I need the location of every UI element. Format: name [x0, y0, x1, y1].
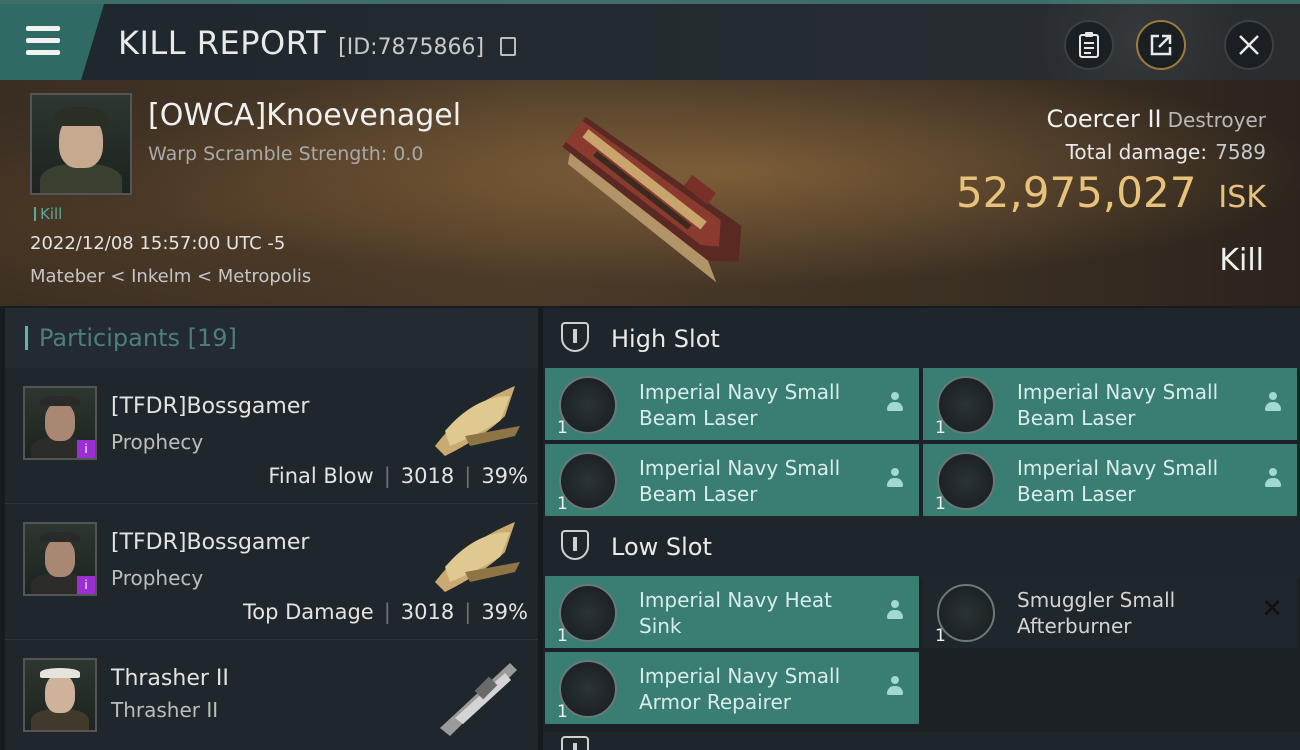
high-slot-icon	[561, 322, 589, 352]
module-slot[interactable]: 1 Imperial Navy Small Armor Repairer	[545, 652, 919, 724]
share-icon	[1150, 34, 1172, 56]
kill-type: Kill	[1219, 243, 1264, 278]
total-damage-value: 7589	[1215, 140, 1266, 164]
share-button[interactable]	[1136, 20, 1186, 70]
close-icon	[1239, 35, 1259, 55]
module-name: Imperial Navy Small Beam Laser	[639, 456, 841, 506]
person-icon	[1265, 392, 1281, 412]
participants-title: Participants [19]	[39, 324, 237, 352]
participant-role: Top Damage	[242, 600, 374, 624]
module-slot[interactable]: 1 Imperial Navy Heat Sink	[545, 576, 919, 648]
person-icon	[887, 676, 903, 696]
info-badge: i	[77, 440, 95, 458]
participant-ship: Prophecy	[111, 430, 204, 454]
high-slot-label: High Slot	[611, 325, 720, 353]
victim-ship-image[interactable]	[520, 90, 770, 300]
participant-percent: 39%	[481, 464, 528, 488]
destroyed-icon: ✕	[1261, 594, 1283, 624]
total-damage-label: Total damage:	[1065, 140, 1208, 164]
low-slot-label: Low Slot	[611, 533, 712, 561]
participant-ship: Thrasher II	[111, 698, 219, 722]
module-slot[interactable]: 1 Imperial Navy Small Beam Laser	[545, 368, 919, 440]
participant-row[interactable]: i [TFDR]Bossgamer Prophecy Top Damage | 3…	[5, 504, 538, 640]
person-icon	[887, 468, 903, 488]
module-quantity: 1	[935, 494, 946, 514]
participant-row[interactable]: Thrasher II Thrasher II	[5, 640, 538, 750]
participant-avatar	[23, 658, 97, 732]
module-quantity: 1	[557, 418, 568, 438]
participant-percent: 39%	[481, 600, 528, 624]
report-id: [ID:7875866]	[338, 35, 485, 60]
participant-role: Final Blow	[268, 464, 374, 488]
module-name: Imperial Navy Small Beam Laser	[1017, 380, 1219, 430]
participant-ship: Prophecy	[111, 566, 204, 590]
ship-name: Coercer II	[1046, 105, 1162, 133]
victim-ship: Coercer II Destroyer	[1046, 105, 1266, 133]
ship-class: Destroyer	[1167, 108, 1266, 132]
module-slot[interactable]: 1 Imperial Navy Small Beam Laser	[545, 444, 919, 516]
participant-ship-image	[435, 386, 520, 456]
victim-avatar[interactable]	[30, 93, 132, 195]
module-name: Smuggler Small Afterburner	[1017, 588, 1176, 638]
module-name: Imperial Navy Small Beam Laser	[1017, 456, 1219, 506]
module-quantity: 1	[935, 418, 946, 438]
mid-slot-header	[543, 732, 1300, 750]
info-badge: i	[77, 576, 95, 594]
copy-icon[interactable]	[500, 37, 517, 56]
module-slot[interactable]: 1 Smuggler Small Afterburner ✕	[923, 576, 1297, 648]
participants-header[interactable]: Participants [19]	[5, 308, 538, 368]
menu-button[interactable]	[0, 4, 104, 80]
person-icon	[887, 392, 903, 412]
participant-damage: 3018	[400, 600, 455, 624]
isk-loss: 52,975,027 ISK	[956, 168, 1266, 217]
warp-scramble-strength: Warp Scramble Strength: 0.0	[148, 143, 424, 165]
module-quantity: 1	[557, 626, 568, 646]
isk-unit: ISK	[1218, 180, 1266, 215]
module-slot[interactable]: 1 Imperial Navy Small Beam Laser	[923, 444, 1297, 516]
participant-row[interactable]: i [TFDR]Bossgamer Prophecy Final Blow | 3…	[5, 368, 538, 504]
module-name: Imperial Navy Small Armor Repairer	[639, 664, 841, 714]
participant-ship-image	[440, 663, 517, 736]
low-slot-icon	[561, 530, 589, 560]
header-bar: KILL REPORT [ID:7875866]	[0, 0, 1300, 104]
clipboard-icon	[1079, 32, 1099, 58]
module-name: Imperial Navy Small Beam Laser	[639, 380, 841, 430]
participant-name: [TFDR]Bossgamer	[111, 394, 310, 419]
page-title: KILL REPORT	[118, 24, 327, 62]
high-slot-header: High Slot	[543, 308, 1300, 370]
low-slot-header: Low Slot	[543, 516, 1300, 578]
participant-ship-image	[435, 522, 520, 592]
mid-slot-icon	[561, 736, 589, 750]
isk-value: 52,975,027	[955, 168, 1197, 217]
clipboard-button[interactable]	[1064, 20, 1114, 70]
close-button[interactable]	[1224, 20, 1274, 70]
participant-stats: Top Damage | 3018 | 39%	[242, 600, 528, 624]
module-name: Imperial Navy Heat Sink	[639, 588, 833, 638]
victim-name[interactable]: [OWCA]Knoevenagel	[148, 98, 461, 133]
participant-name: [TFDR]Bossgamer	[111, 530, 310, 555]
module-slot[interactable]: 1 Imperial Navy Small Beam Laser	[923, 368, 1297, 440]
kill-datetime: 2022/12/08 15:57:00 UTC -5	[30, 233, 286, 254]
participant-name: Thrasher II	[111, 666, 229, 691]
person-icon	[887, 600, 903, 620]
kill-tag: Kill	[34, 205, 62, 223]
fitting-panel: High Slot 1 Imperial Navy Small Beam Las…	[543, 308, 1300, 750]
module-quantity: 1	[557, 494, 568, 514]
module-quantity: 1	[935, 626, 946, 646]
participant-damage: 3018	[400, 464, 455, 488]
module-quantity: 1	[557, 702, 568, 722]
participants-panel: Participants [19] i [TFDR]Bossgamer Prop…	[5, 308, 538, 750]
total-damage: Total damage: 7589	[1066, 140, 1266, 164]
kill-location: Mateber < Inkelm < Metropolis	[30, 266, 312, 287]
person-icon	[1265, 468, 1281, 488]
participant-stats: Final Blow | 3018 | 39%	[268, 464, 528, 488]
